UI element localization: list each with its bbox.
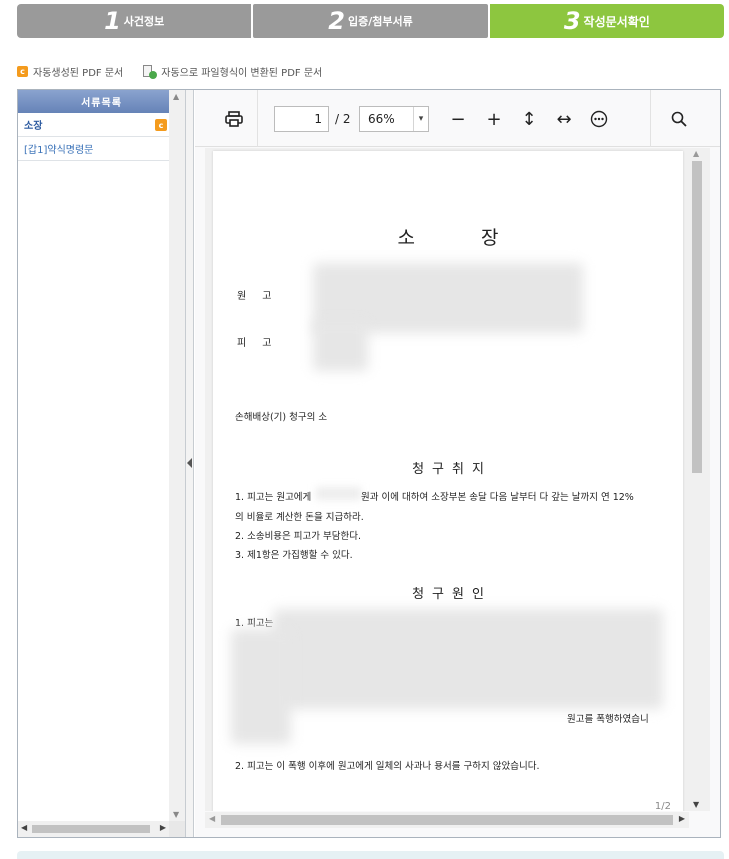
bottom-notice-strip (17, 851, 724, 859)
document-list-horizontal-scrollbar[interactable]: ◀ ▶ (18, 821, 169, 837)
zoom-in-button[interactable]: + (481, 106, 507, 132)
zoom-value: 66% (368, 112, 395, 126)
pdf-viewer: 1 / 2 66% ▾ − + ↕ ↔ 소 장 원고 피고 손해배상(기) 청구… (195, 90, 720, 837)
cause-heading: 청구원인 (412, 587, 492, 602)
more-options-icon (590, 110, 608, 128)
step-progress-bar: 1 사건정보 2 입증/첨부서류 3 작성문서확인 (17, 4, 724, 38)
claim-line: 2. 소송비용은 피고가 부담한다. (235, 531, 362, 542)
zoom-select[interactable]: 66% ▾ (359, 106, 429, 132)
plaintiff-label: 원고 (237, 291, 288, 302)
redacted-region (316, 487, 361, 500)
search-button[interactable] (666, 106, 692, 132)
page-total: / 2 (335, 112, 351, 126)
cause-line: 원고를 폭행하였습니 (567, 714, 649, 725)
step-number: 2 (328, 7, 345, 35)
panel-splitter[interactable] (186, 90, 194, 837)
search-icon (671, 111, 687, 127)
scrollbar-thumb[interactable] (692, 161, 702, 473)
fit-page-width-button[interactable]: ↔ (551, 106, 577, 132)
claim-line: 원과 이에 대하여 소장부본 송달 다음 날부터 다 갚는 날까지 연 12% (361, 492, 634, 503)
printer-icon (225, 111, 243, 127)
pdf-vertical-scrollbar[interactable]: ▲ ▼ (689, 148, 705, 811)
scrollbar-corner (169, 821, 185, 837)
scroll-down-arrow-icon[interactable]: ▼ (693, 800, 699, 809)
step-label: 사건정보 (123, 15, 165, 28)
page-number-input[interactable]: 1 (274, 106, 329, 132)
document-item-label: [갑1]약식명령문 (24, 145, 94, 156)
icon-legend: c 자동생성된 PDF 문서 자동으로 파일형식이 변환된 PDF 문서 (17, 64, 323, 79)
claim-line: 3. 제1항은 가집행할 수 있다. (235, 550, 353, 561)
claim-line: 의 비율로 계산한 돈을 지급하라. (235, 512, 364, 523)
document-item-complaint[interactable]: 소장 c (18, 113, 169, 137)
plus-icon: + (486, 108, 502, 130)
defendant-label: 피고 (237, 338, 288, 349)
step-2-evidence-attachments[interactable]: 2 입증/첨부서류 (253, 4, 488, 38)
fit-page-height-button[interactable]: ↕ (516, 106, 542, 132)
redacted-region (313, 321, 368, 371)
scrollbar-thumb[interactable] (221, 815, 673, 825)
step-3-document-review[interactable]: 3 작성문서확인 (489, 4, 724, 38)
zoom-out-button[interactable]: − (445, 106, 471, 132)
scroll-right-arrow-icon[interactable]: ▶ (160, 823, 166, 832)
document-title: 소 장 (397, 227, 529, 249)
more-options-button[interactable] (586, 106, 612, 132)
redacted-region (231, 629, 291, 744)
scroll-left-arrow-icon[interactable]: ◀ (21, 823, 27, 832)
auto-pdf-icon: c (155, 119, 167, 131)
cause-line: 1. 피고는 (235, 618, 274, 629)
document-list-vertical-scrollbar[interactable]: ▲ ▼ (169, 90, 185, 821)
minus-icon: − (450, 108, 466, 130)
pdf-toolbar: 1 / 2 66% ▾ − + ↕ ↔ (195, 90, 720, 147)
converted-pdf-icon (143, 64, 158, 79)
collapse-panel-icon[interactable] (187, 458, 192, 468)
scroll-up-arrow-icon[interactable]: ▲ (173, 92, 179, 101)
scroll-left-arrow-icon[interactable]: ◀ (209, 814, 215, 823)
document-item-label: 소장 (24, 121, 43, 132)
cause-line: 2. 피고는 이 폭행 이후에 원고에게 일체의 사과나 용서를 구하지 않았습… (235, 761, 540, 772)
horizontal-arrows-icon: ↔ (556, 108, 572, 130)
document-list-panel: 서류목록 소장 c [갑1]약식명령문 ▲ ▼ ◀ ▶ (18, 90, 186, 837)
document-review-frame: 서류목록 소장 c [갑1]약식명령문 ▲ ▼ ◀ ▶ 1 / 2 66% ▾ … (17, 89, 721, 838)
document-item-evidence-1[interactable]: [갑1]약식명령문 (18, 137, 169, 161)
step-label: 입증/첨부서류 (347, 15, 413, 28)
vertical-arrows-icon: ↕ (521, 108, 537, 130)
pdf-document-area: 소 장 원고 피고 손해배상(기) 청구의 소 청구취지 1. 피고는 원고에게… (205, 148, 710, 811)
step-label: 작성문서확인 (583, 14, 650, 29)
auto-pdf-legend-label: 자동생성된 PDF 문서 (33, 67, 124, 79)
pdf-horizontal-scrollbar[interactable]: ◀ ▶ (205, 812, 689, 828)
step-number: 1 (104, 7, 121, 35)
document-list-header: 서류목록 (18, 90, 185, 113)
claim-heading: 청구취지 (412, 462, 492, 477)
step-number: 3 (563, 7, 581, 35)
auto-pdf-icon: c (17, 65, 28, 77)
toolbar-divider (257, 90, 258, 147)
case-name: 손해배상(기) 청구의 소 (235, 412, 328, 423)
scroll-up-arrow-icon[interactable]: ▲ (693, 149, 699, 158)
redacted-region (273, 609, 663, 709)
document-list: 소장 c [갑1]약식명령문 (18, 113, 169, 161)
scroll-right-arrow-icon[interactable]: ▶ (679, 814, 685, 823)
step-1-case-info[interactable]: 1 사건정보 (17, 4, 252, 38)
page-indicator: 1/2 (654, 801, 671, 811)
claim-line: 1. 피고는 원고에게 (235, 492, 312, 503)
pdf-page: 소 장 원고 피고 손해배상(기) 청구의 소 청구취지 1. 피고는 원고에게… (213, 151, 683, 811)
converted-pdf-legend-label: 자동으로 파일형식이 변환된 PDF 문서 (161, 67, 323, 79)
scroll-down-arrow-icon[interactable]: ▼ (173, 810, 179, 819)
scrollbar-thumb[interactable] (32, 825, 150, 833)
toolbar-divider (650, 90, 651, 147)
chevron-down-icon: ▾ (413, 107, 428, 131)
print-button[interactable] (221, 106, 247, 132)
